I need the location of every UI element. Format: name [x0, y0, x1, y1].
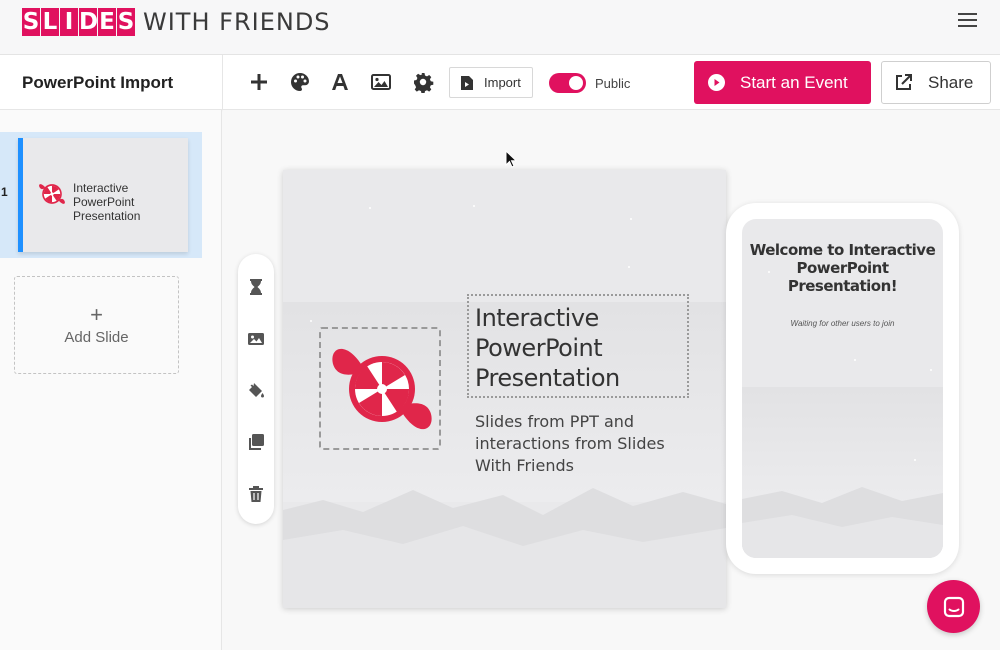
phone-preview: Welcome to Interactive PowerPoint Presen…	[726, 203, 959, 574]
copy-icon[interactable]	[247, 433, 265, 451]
slide-number: 1	[1, 185, 8, 199]
star-decoration	[914, 459, 916, 461]
external-link-icon	[896, 74, 912, 90]
trash-icon[interactable]	[247, 485, 265, 503]
slide-thumbnail-title: Interactive PowerPoint Presentation	[73, 181, 141, 223]
plus-icon[interactable]	[248, 71, 270, 93]
palette-icon[interactable]	[289, 71, 311, 93]
gear-icon[interactable]	[412, 71, 434, 94]
chat-icon	[943, 596, 964, 617]
star-decoration	[310, 320, 312, 322]
slide-title-textbox[interactable]: Interactive PowerPoint Presentation	[467, 294, 689, 398]
hourglass-icon[interactable]	[247, 278, 265, 296]
slide-tools-panel	[238, 254, 274, 524]
candy-icon	[332, 348, 432, 430]
slide-editor[interactable]: Interactive PowerPoint Presentation Slid…	[283, 170, 726, 608]
deck-title[interactable]: PowerPoint Import	[22, 73, 173, 93]
star-decoration	[930, 369, 932, 371]
image-icon[interactable]	[247, 330, 265, 348]
chat-button[interactable]	[927, 580, 980, 633]
share-button[interactable]: Share	[881, 61, 991, 104]
public-label: Public	[595, 76, 631, 91]
file-import-icon	[461, 75, 473, 90]
phone-waiting-text: Waiting for other users to join	[790, 319, 895, 328]
phone-screen: Welcome to Interactive PowerPoint Presen…	[742, 219, 943, 558]
mountain-background	[742, 487, 943, 558]
mountain-background	[283, 488, 726, 608]
star-decoration	[630, 218, 632, 220]
paint-bucket-icon[interactable]	[247, 382, 265, 400]
public-toggle[interactable]	[549, 73, 586, 93]
star-decoration	[473, 205, 475, 207]
logo-letter: L	[41, 8, 59, 36]
star-decoration	[854, 359, 856, 361]
add-slide-button[interactable]: + Add Slide	[14, 276, 179, 374]
plus-icon: +	[90, 301, 103, 327]
toolbar-divider	[222, 55, 223, 110]
slide-image-placeholder[interactable]	[319, 327, 441, 450]
top-header: S L I D E S WITH FRIENDS	[0, 0, 1000, 55]
slide-thumbnail[interactable]: Interactive PowerPoint Presentation	[18, 138, 188, 252]
phone-welcome-text: Welcome to Interactive PowerPoint Presen…	[749, 241, 936, 295]
logo-letter: S	[22, 8, 40, 36]
mouse-cursor-icon	[505, 150, 517, 168]
slide-title: Interactive PowerPoint Presentation	[475, 304, 620, 392]
text-icon[interactable]	[329, 71, 351, 93]
start-event-label: Start an Event	[740, 72, 848, 92]
menu-icon[interactable]	[958, 13, 977, 27]
logo-letter: D	[79, 8, 99, 36]
logo-wordmark: WITH FRIENDS	[143, 8, 331, 36]
logo-letter: E	[98, 8, 116, 36]
add-slide-label: Add Slide	[64, 328, 129, 346]
import-label: Import	[484, 75, 521, 90]
slide-list-sidebar: 1 Interactive PowerPoint Presentation + …	[0, 110, 222, 650]
candy-icon	[39, 184, 65, 204]
star-decoration	[369, 207, 371, 209]
play-icon	[708, 74, 725, 91]
logo-letter: S	[117, 8, 135, 36]
share-label: Share	[928, 72, 974, 92]
start-event-button[interactable]: Start an Event	[694, 61, 871, 104]
image-icon[interactable]	[370, 71, 392, 93]
logo-letter: I	[60, 8, 78, 36]
app-logo[interactable]: S L I D E S WITH FRIENDS	[22, 8, 331, 36]
slide-thumbnail-item[interactable]: 1 Interactive PowerPoint Presentation	[0, 132, 202, 258]
import-button[interactable]: Import	[449, 67, 533, 98]
star-decoration	[628, 266, 630, 268]
slide-subtitle[interactable]: Slides from PPT and interactions from Sl…	[475, 411, 695, 477]
